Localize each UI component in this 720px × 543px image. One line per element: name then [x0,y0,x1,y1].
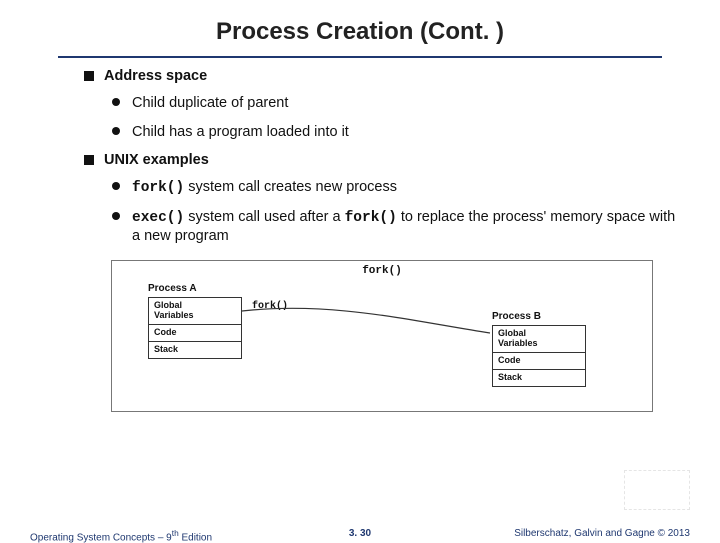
footer-page-number: 3. 30 [349,528,371,539]
fork-arrow [112,261,652,411]
page-title: Process Creation (Cont. ) [0,0,720,52]
logo-placeholder [624,470,690,510]
text-fork-rest: system call creates new process [184,179,397,195]
title-rule [58,56,662,58]
footer-left: Operating System Concepts – 9th Edition [30,528,212,543]
code-exec: exec() [132,210,184,226]
text-exec-mid: system call used after a [184,209,344,225]
code-fork: fork() [132,180,184,196]
footer-right: Silberschatz, Galvin and Gagne © 2013 [514,528,690,539]
bullet-exec: exec() system call used after a fork() t… [112,208,680,247]
code-fork-inline: fork() [345,210,397,226]
bullet-fork: fork() system call creates new process [112,178,680,198]
bullet-unix-examples: UNIX examples [84,152,680,168]
bullet-child-program-loaded: Child has a program loaded into it [112,123,680,142]
bullet-child-duplicate: Child duplicate of parent [112,94,680,113]
slide: Process Creation (Cont. ) Address space … [0,0,720,540]
fork-diagram: fork() Process A Global Variables Code S… [111,260,653,412]
content-area: Address space Child duplicate of parent … [84,68,680,412]
bullet-address-space: Address space [84,68,680,84]
